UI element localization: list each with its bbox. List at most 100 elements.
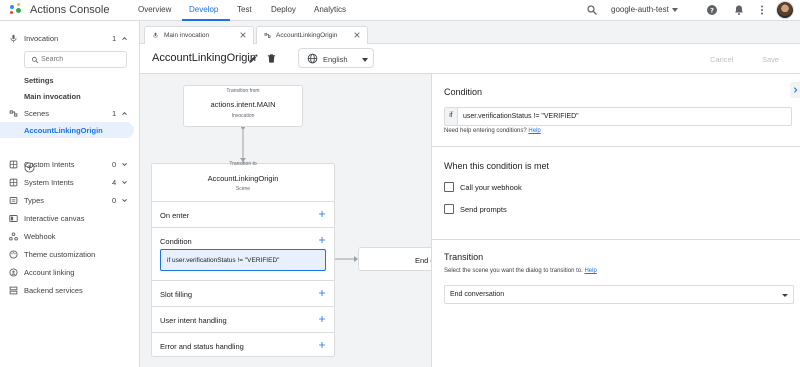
transition-from-node[interactable]: Transition from actions.intent.MAIN Invo… bbox=[183, 85, 303, 127]
section-slot-filling[interactable]: Slot filling bbox=[152, 280, 334, 306]
nav-analytics[interactable]: Analytics bbox=[314, 5, 346, 14]
sidebar-item-custom-intents[interactable]: Custom Intents 0 bbox=[0, 156, 139, 172]
condition-help-label: Need help entering conditions? bbox=[444, 128, 527, 134]
edit-icon[interactable] bbox=[248, 53, 259, 64]
help-link[interactable]: Help bbox=[528, 128, 540, 134]
node-caption: Transition to bbox=[229, 161, 257, 167]
mic-icon bbox=[10, 34, 17, 42]
sidebar-item-label: Theme customization bbox=[24, 249, 96, 259]
help-icon[interactable]: ? bbox=[706, 4, 718, 16]
sidebar-search[interactable] bbox=[24, 51, 127, 68]
project-caret-icon[interactable] bbox=[672, 8, 678, 12]
divider bbox=[432, 146, 800, 147]
sidebar-item-interactive-canvas[interactable]: Interactive canvas bbox=[0, 210, 139, 226]
search-input[interactable] bbox=[41, 54, 123, 65]
language-selector[interactable]: English bbox=[298, 48, 374, 68]
sidebar-item-label: Types bbox=[24, 195, 45, 205]
scene-node[interactable]: Transition to AccountLinkingOrigin Scene… bbox=[151, 161, 335, 358]
tab-main-invocation[interactable]: Main invocation bbox=[144, 26, 254, 44]
condition-chip[interactable]: if user.verificationStatus != "VERIFIED" bbox=[160, 249, 326, 271]
add-icon[interactable] bbox=[318, 210, 326, 218]
sidebar-item-accountlinkingorigin[interactable]: AccountLinkingOrigin bbox=[0, 122, 134, 138]
add-icon[interactable] bbox=[318, 315, 326, 323]
sidebar-item-label: Main invocation bbox=[24, 91, 81, 101]
sidebar-item-webhook[interactable]: Webhook bbox=[0, 228, 139, 244]
condition-chip-label: if user.verificationStatus != "VERIFIED" bbox=[167, 257, 280, 264]
sidebar-item-count: 0 bbox=[112, 159, 117, 169]
tab-accountlinkingorigin[interactable]: AccountLinkingOrigin bbox=[256, 26, 368, 44]
delete-icon[interactable] bbox=[266, 53, 277, 64]
sidebar-item-backend-services[interactable]: Backend services bbox=[0, 282, 139, 298]
chevron-down-icon[interactable] bbox=[121, 197, 128, 204]
chevron-down-icon[interactable] bbox=[121, 179, 128, 186]
notifications-icon[interactable] bbox=[733, 4, 745, 16]
scenes-icon bbox=[9, 109, 18, 117]
scene-flow-canvas[interactable]: Transition from actions.intent.MAIN Invo… bbox=[140, 74, 431, 367]
sidebar-item-count: 1 bbox=[112, 108, 117, 118]
condition-prefix: if bbox=[445, 108, 458, 125]
end-conversation-node[interactable]: End c bbox=[358, 247, 431, 271]
palette-icon bbox=[9, 249, 18, 259]
list-icon bbox=[9, 196, 18, 204]
close-icon[interactable] bbox=[239, 31, 247, 39]
condition-input[interactable]: if user.verificationStatus != "VERIFIED" bbox=[444, 107, 792, 126]
search-icon[interactable] bbox=[586, 4, 598, 16]
svg-text:?: ? bbox=[710, 6, 714, 14]
tab-label: AccountLinkingOrigin bbox=[276, 32, 338, 39]
avatar[interactable] bbox=[776, 1, 794, 19]
sidebar-item-label: Invocation bbox=[24, 33, 59, 43]
node-title: AccountLinkingOrigin bbox=[207, 174, 279, 183]
webhook-icon bbox=[9, 231, 18, 241]
sidebar-item-label: Account linking bbox=[24, 267, 75, 277]
section-error-and-status-handling[interactable]: Error and status handling bbox=[152, 332, 334, 358]
transition-select[interactable]: End conversation bbox=[444, 285, 794, 304]
section-user-intent-handling[interactable]: User intent handling bbox=[152, 306, 334, 332]
close-icon[interactable] bbox=[353, 31, 361, 39]
sidebar-item-label: System Intents bbox=[24, 177, 74, 187]
chevron-right-icon bbox=[793, 87, 798, 93]
app-title: Actions Console bbox=[30, 4, 110, 16]
account-icon bbox=[9, 267, 18, 277]
nav-test[interactable]: Test bbox=[237, 5, 252, 14]
sidebar-item-scenes[interactable]: Scenes 1 bbox=[0, 105, 139, 121]
add-icon[interactable] bbox=[318, 341, 326, 349]
sidebar-item-account-linking[interactable]: Account linking bbox=[0, 264, 139, 280]
section-on-enter[interactable]: On enter bbox=[152, 201, 334, 227]
sidebar-item-main-invocation[interactable]: Main invocation bbox=[0, 88, 139, 104]
sidebar-item-theme-customization[interactable]: Theme customization bbox=[0, 246, 139, 262]
actions-console-logo bbox=[9, 3, 23, 17]
project-selector[interactable]: google-auth-test bbox=[611, 5, 669, 14]
condition-heading: Condition bbox=[444, 87, 483, 97]
nav-overview[interactable]: Overview bbox=[138, 5, 171, 14]
condition-detail-panel: Condition if user.verificationStatus != … bbox=[431, 74, 800, 367]
node-title: End c bbox=[415, 256, 431, 265]
panel-collapse-button[interactable] bbox=[790, 82, 800, 98]
sidebar-item-invocation[interactable]: Invocation 1 bbox=[0, 30, 139, 46]
cancel-button[interactable]: Cancel bbox=[710, 55, 733, 64]
chevron-up-icon[interactable] bbox=[121, 35, 128, 42]
checkbox-icon[interactable] bbox=[444, 204, 454, 214]
chevron-down-icon[interactable] bbox=[121, 161, 128, 168]
sidebar-item-system-intents[interactable]: System Intents 4 bbox=[0, 174, 139, 190]
sidebar-item-settings[interactable]: Settings bbox=[0, 72, 139, 88]
nav-deploy[interactable]: Deploy bbox=[271, 5, 296, 14]
sidebar-item-label: Interactive canvas bbox=[24, 213, 85, 223]
sidebar-item-types[interactable]: Types 0 bbox=[0, 192, 139, 208]
save-button[interactable]: Save bbox=[762, 55, 779, 64]
help-link[interactable]: Help bbox=[584, 268, 596, 274]
add-icon[interactable] bbox=[318, 236, 326, 244]
add-icon[interactable] bbox=[318, 289, 326, 297]
more-vert-icon[interactable] bbox=[756, 4, 768, 16]
sidebar-item-count: 1 bbox=[112, 33, 117, 43]
canvas-icon bbox=[9, 214, 18, 222]
when-met-heading: When this condition is met bbox=[444, 161, 550, 171]
dropdown-caret-icon bbox=[782, 294, 788, 297]
search-icon bbox=[31, 56, 39, 64]
checkbox-icon[interactable] bbox=[444, 182, 454, 192]
chevron-up-icon[interactable] bbox=[121, 110, 128, 117]
nav-develop[interactable]: Develop bbox=[189, 5, 218, 14]
condition-value: user.verificationStatus != "VERIFIED" bbox=[463, 113, 579, 120]
sidebar-item-label: Settings bbox=[24, 75, 54, 85]
sidebar-item-label: Webhook bbox=[24, 231, 56, 241]
grid-icon bbox=[9, 160, 18, 168]
